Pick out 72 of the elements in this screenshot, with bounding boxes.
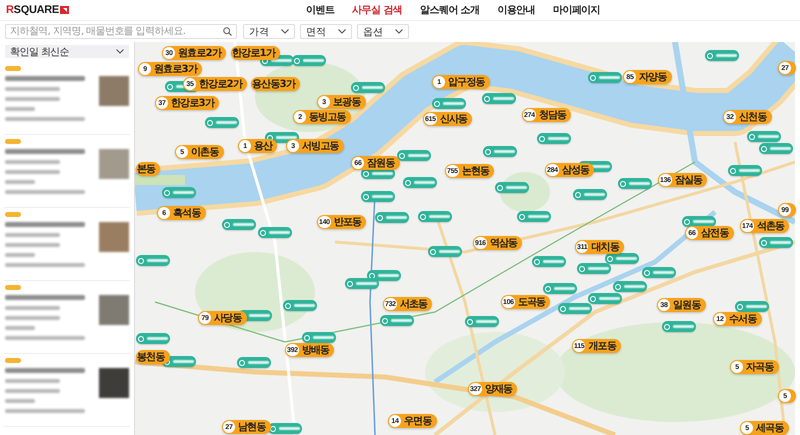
- station-marker[interactable]: [543, 283, 577, 294]
- station-marker[interactable]: [613, 281, 647, 292]
- station-marker[interactable]: [403, 177, 437, 188]
- station-marker[interactable]: [432, 98, 466, 109]
- station-marker[interactable]: [728, 165, 762, 176]
- nav-link[interactable]: 사무실 검색: [352, 3, 402, 17]
- chevron-down-icon: [281, 29, 289, 34]
- station-marker[interactable]: [705, 50, 739, 61]
- district-marker[interactable]: 본동: [136, 162, 160, 176]
- station-marker[interactable]: [588, 293, 622, 304]
- station-marker[interactable]: [380, 315, 414, 326]
- district-marker[interactable]: 용산동3가: [251, 77, 300, 91]
- station-marker[interactable]: [537, 133, 571, 144]
- station-marker[interactable]: [573, 189, 607, 200]
- station-marker[interactable]: [222, 219, 256, 230]
- station-marker[interactable]: [483, 146, 517, 157]
- photo-placeholder[interactable]: [99, 76, 129, 106]
- station-marker[interactable]: [268, 423, 302, 434]
- photo-placeholder[interactable]: [99, 222, 129, 252]
- chevron-down-icon: [338, 29, 346, 34]
- nav-link[interactable]: 알스퀘어 소개: [420, 3, 480, 17]
- station-marker[interactable]: [682, 216, 716, 227]
- sort-dropdown[interactable]: 확인일 최신순: [5, 45, 129, 58]
- station-marker[interactable]: [418, 211, 452, 222]
- station-marker[interactable]: [747, 131, 781, 142]
- station-marker[interactable]: [495, 182, 529, 193]
- station-marker[interactable]: [517, 211, 551, 222]
- station-marker[interactable]: [558, 303, 592, 314]
- nav-link[interactable]: 이벤트: [306, 3, 334, 17]
- station-marker[interactable]: [162, 187, 196, 198]
- chevron-down-icon: [116, 49, 124, 54]
- chevron-down-icon: [395, 29, 403, 34]
- filter-dropdown[interactable]: 면적: [300, 24, 352, 39]
- station-marker[interactable]: [618, 178, 652, 189]
- station-marker[interactable]: [258, 227, 292, 238]
- station-marker[interactable]: [283, 300, 317, 311]
- station-marker[interactable]: [351, 82, 385, 93]
- station-marker[interactable]: [397, 150, 431, 161]
- photo-placeholder[interactable]: [99, 149, 129, 179]
- station-marker[interactable]: [759, 237, 793, 248]
- logo[interactable]: RSQUARE: [6, 4, 59, 16]
- station-marker[interactable]: [136, 255, 170, 266]
- station-marker[interactable]: [735, 301, 769, 312]
- station-marker[interactable]: [605, 253, 639, 264]
- search-field[interactable]: 지하철역, 지역명, 매물번호를 입력하세요.: [5, 24, 237, 39]
- nav-link[interactable]: 이용안내: [497, 3, 535, 17]
- search-icon: [223, 27, 232, 36]
- station-marker[interactable]: [465, 316, 499, 327]
- station-marker[interactable]: [532, 256, 566, 267]
- photo-placeholder[interactable]: [99, 295, 129, 325]
- station-marker[interactable]: [237, 357, 271, 368]
- station-marker[interactable]: [292, 55, 326, 66]
- station-marker[interactable]: [345, 278, 379, 289]
- station-marker[interactable]: [482, 93, 516, 104]
- station-marker[interactable]: [662, 321, 696, 332]
- district-marker[interactable]: 한강로1가: [231, 46, 280, 60]
- station-marker[interactable]: [375, 212, 409, 223]
- station-marker[interactable]: [302, 332, 336, 343]
- filter-dropdown[interactable]: 옵션: [357, 24, 409, 39]
- photo-placeholder[interactable]: [99, 368, 129, 398]
- flag-icon: [60, 6, 69, 14]
- filter-dropdown[interactable]: 가격: [243, 24, 295, 39]
- station-marker[interactable]: [642, 267, 676, 278]
- station-marker[interactable]: [361, 191, 395, 202]
- station-marker[interactable]: [588, 72, 622, 83]
- nav-link[interactable]: 마이페이지: [553, 3, 600, 17]
- district-marker[interactable]: 봉천동: [136, 350, 170, 364]
- station-marker[interactable]: [577, 263, 611, 274]
- station-marker[interactable]: [759, 143, 793, 154]
- station-marker[interactable]: [205, 117, 239, 128]
- station-marker[interactable]: [136, 333, 170, 344]
- station-marker[interactable]: [428, 246, 462, 257]
